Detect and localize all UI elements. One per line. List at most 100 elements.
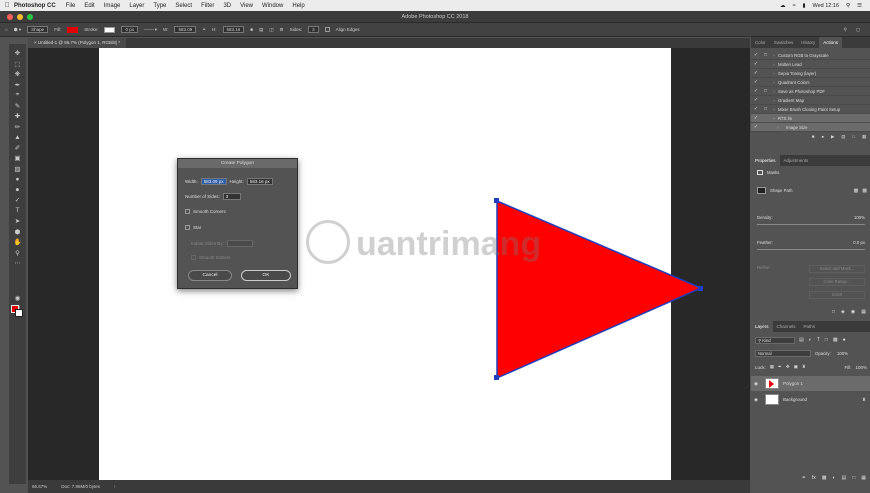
lock-artboard-icon[interactable]: ▣ (794, 364, 798, 370)
play-icon[interactable]: ▶ (831, 134, 834, 140)
number-of-sides-field[interactable]: 3 (222, 193, 241, 200)
menu-layer[interactable]: Layer (129, 3, 144, 9)
menu-select[interactable]: Select (175, 3, 192, 9)
type-filter-icon[interactable]: T (817, 337, 820, 343)
stop-icon[interactable]: ■ (812, 134, 815, 139)
tab-swatches[interactable]: Swatches (770, 37, 798, 48)
document-tab[interactable]: × Untitled-1 @ 66.7% (Polygon 1, RGB/8) … (28, 38, 127, 48)
tab-actions[interactable]: Actions (819, 37, 843, 48)
visibility-icon[interactable]: ◉ (851, 309, 855, 315)
zoom-tool-icon[interactable]: ⚲ (12, 248, 23, 259)
sides-field[interactable]: 3 (308, 26, 319, 33)
dialog-height-field[interactable]: 583.16 px (246, 178, 273, 185)
align-edges-checkbox[interactable] (324, 27, 330, 32)
anchor-point-right[interactable] (698, 286, 703, 291)
add-mask-icon[interactable]: ▩ (854, 188, 859, 194)
move-tool-icon[interactable]: ✥ (12, 48, 23, 59)
shape-tool-icon[interactable]: ⬢ (12, 227, 23, 238)
creative-cloud-icon[interactable]: ☁ (780, 3, 786, 9)
new-action-icon[interactable]: □ (852, 134, 855, 139)
check-icon[interactable]: ✓ (751, 61, 761, 67)
apply-mask-icon[interactable]: ◈ (841, 309, 845, 315)
dodge-tool-icon[interactable]: ⚫ (12, 185, 23, 196)
gradient-tool-icon[interactable]: ▨ (12, 164, 23, 175)
tab-color[interactable]: Color (751, 37, 770, 48)
check-icon[interactable]: ✓ (751, 115, 761, 121)
action-item[interactable]: ✓ › Image Size (751, 123, 870, 132)
filter-toggle-icon[interactable]: ● (843, 337, 846, 343)
layer-name[interactable]: Polygon 1 (783, 381, 803, 386)
layer-kind-filter[interactable]: ⚲ Kind (755, 337, 795, 344)
expand-icon[interactable]: › (770, 80, 778, 85)
quick-mask-icon[interactable]: ◉ (12, 293, 23, 304)
apple-icon[interactable]:  (0, 2, 14, 9)
menu-list-icon[interactable]: ☰ (857, 3, 862, 9)
fill-swatch[interactable] (67, 26, 79, 33)
adjustment-layer-icon[interactable]: ◐ (832, 475, 835, 481)
trash-icon[interactable]: ▦ (861, 309, 866, 315)
record-icon[interactable]: ● (821, 134, 824, 139)
healing-brush-tool-icon[interactable]: ✚ (12, 111, 23, 122)
action-item[interactable]: ✓ □ › Save as Photoshop PDF (751, 87, 870, 96)
more-tools-icon[interactable]: ⋯ (12, 258, 23, 269)
path-operations-icon[interactable]: ■ (250, 27, 253, 32)
link-layers-icon[interactable]: ⚭ (802, 475, 806, 481)
pixel-filter-icon[interactable]: ▤ (799, 337, 804, 343)
marquee-tool-icon[interactable]: ⬚ (12, 59, 23, 70)
layer-row-background[interactable]: ◉ Background ♜ (751, 392, 870, 407)
dialog-width-field[interactable]: 583.09 px (200, 178, 227, 185)
vector-mask-thumbnail[interactable] (757, 187, 766, 194)
trash-icon[interactable]: ▦ (862, 134, 866, 140)
cancel-button[interactable]: Cancel (188, 270, 232, 281)
check-icon[interactable]: ✓ (751, 70, 761, 76)
expand-icon[interactable]: › (770, 53, 778, 58)
shape-filter-icon[interactable]: □ (825, 337, 828, 343)
action-item[interactable]: ✓ ⌄ RTS lm (751, 114, 870, 123)
wifi-icon[interactable]: ≈ (792, 3, 795, 9)
search-icon[interactable]: ⚲ (843, 27, 846, 33)
crop-tool-icon[interactable]: ⌖ (12, 90, 23, 101)
shape-path-row[interactable]: Shape Path ▩ ▩ (757, 187, 867, 194)
path-arrangement-icon[interactable]: ◫ (269, 27, 273, 33)
adjustment-filter-icon[interactable]: ◐ (809, 337, 812, 343)
check-icon[interactable]: ✓ (751, 106, 761, 112)
link-icon[interactable]: ⚭ (202, 27, 206, 33)
eye-icon[interactable]: ◉ (751, 397, 761, 403)
lasso-tool-icon[interactable]: ❋ (12, 69, 23, 80)
blur-tool-icon[interactable]: ● (12, 174, 23, 185)
layer-thumbnail[interactable] (765, 378, 779, 389)
layer-thumbnail[interactable] (765, 394, 779, 405)
check-icon[interactable]: ✓ (751, 97, 761, 103)
expand-icon[interactable]: › (770, 62, 778, 67)
menu-window[interactable]: Window (262, 3, 283, 9)
spotlight-icon[interactable]: ⚲ (846, 3, 850, 9)
workspace-icon[interactable]: ▢ (856, 27, 860, 33)
expand-icon[interactable]: › (770, 107, 778, 112)
fx-icon[interactable]: fx (812, 475, 816, 481)
app-menu[interactable]: Photoshop CC (14, 3, 56, 9)
smooth-corners-row[interactable]: Smooth Corners (185, 209, 226, 214)
check-icon[interactable]: ✓ (751, 79, 761, 85)
stroke-swatch[interactable] (104, 26, 116, 33)
path-alignment-icon[interactable]: ▤ (259, 27, 263, 33)
polygon-tool-preset-icon[interactable]: ⬢ ▾ (14, 27, 21, 33)
menu-filter[interactable]: Filter (201, 3, 214, 9)
action-item[interactable]: ✓ › Sepia Toning (layer) (751, 69, 870, 78)
check-icon[interactable]: ✓ (751, 88, 761, 94)
width-field[interactable]: 583.09 (174, 26, 197, 33)
action-item[interactable]: ✓ › Molten Lead (751, 60, 870, 69)
load-selection-icon[interactable]: □ (832, 309, 835, 315)
layer-row-polygon-1[interactable]: ◉ Polygon 1 (751, 376, 870, 391)
home-icon[interactable]: ⌂ (5, 27, 8, 32)
tab-paths[interactable]: Paths (800, 321, 820, 332)
canvas-area[interactable] (28, 48, 750, 480)
menu-view[interactable]: View (240, 3, 253, 9)
lock-transparent-icon[interactable]: ▦ (770, 364, 774, 370)
eye-icon[interactable]: ◉ (751, 381, 761, 387)
check-icon[interactable]: ✓ (751, 52, 761, 58)
density-value[interactable]: 100% (854, 215, 865, 220)
dialog-toggle-icon[interactable]: □ (761, 52, 770, 58)
menu-edit[interactable]: Edit (84, 3, 94, 9)
check-icon[interactable]: ✓ (751, 124, 761, 130)
density-slider[interactable] (757, 224, 865, 225)
